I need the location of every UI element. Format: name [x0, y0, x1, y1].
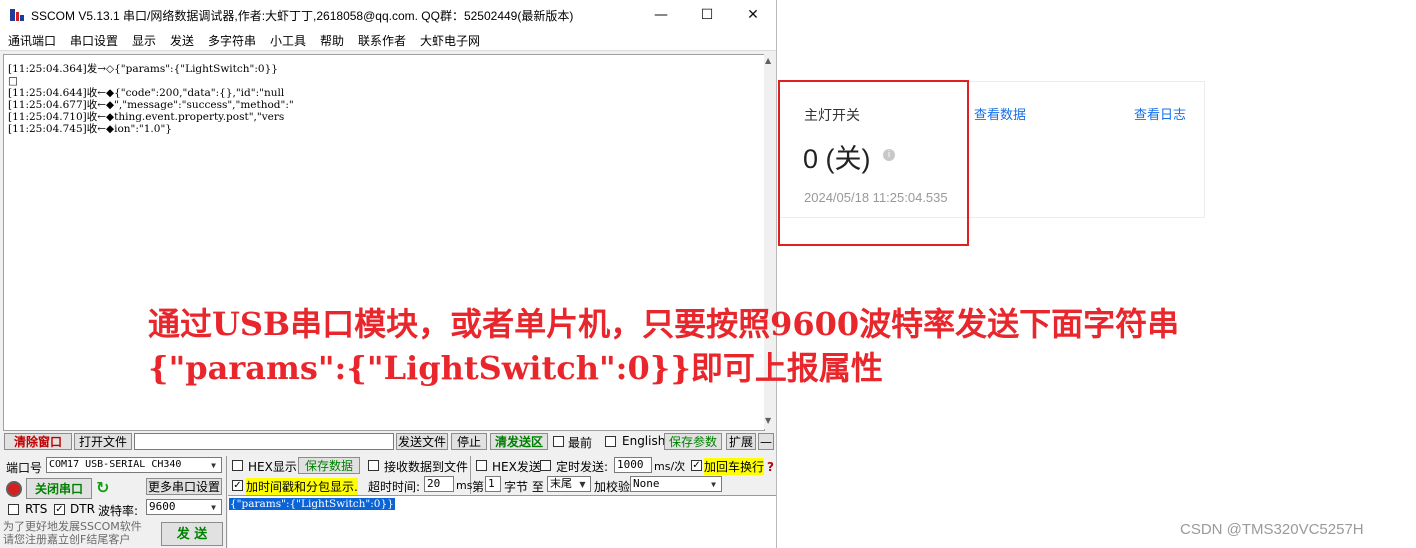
more-port-settings-button[interactable]: 更多串口设置 — [146, 478, 222, 495]
baud-value: 9600 — [149, 500, 176, 513]
panel-divider — [226, 456, 227, 548]
open-file-button[interactable]: 打开文件 — [74, 433, 132, 450]
promo-line: 为了更好地发展SSCOM软件 — [3, 520, 142, 533]
chevron-down-icon: ▼ — [207, 459, 220, 471]
chevron-down-icon: ▼ — [207, 501, 220, 513]
menu-item-display[interactable]: 显示 — [132, 32, 156, 49]
checksum-value: None — [633, 477, 660, 490]
annotation-line: 通过USB串口模块，或者单片机，只要按照9600波特率发送下面字符串 — [148, 305, 1180, 343]
timeout-input[interactable]: 20 — [424, 476, 454, 492]
baud-select[interactable]: 9600 ▼ — [146, 499, 222, 515]
help-icon[interactable]: ? — [767, 460, 774, 474]
chevron-down-icon: ▼ — [707, 478, 720, 490]
maximize-button[interactable]: ☐ — [684, 0, 730, 30]
english-checkbox[interactable] — [605, 436, 616, 447]
baud-label: 波特率: — [98, 504, 139, 518]
expand-button[interactable]: 扩展 — [726, 433, 756, 450]
clear-send-button[interactable]: 清发送区 — [490, 433, 548, 450]
log-line: [11:25:04.677]收←◆","message":"success","… — [8, 99, 294, 111]
hex-send-checkbox[interactable] — [476, 460, 487, 471]
menu-item-multi-string[interactable]: 多字符串 — [208, 32, 256, 49]
close-port-button[interactable]: 关闭串口 — [26, 478, 92, 499]
send-text: {"params":{"LightSwitch":0}} — [229, 498, 395, 510]
byte-prefix: 第 — [472, 480, 485, 494]
timestamp-checkbox[interactable]: ✓ — [232, 480, 243, 491]
refresh-icon[interactable]: ↻ — [96, 478, 109, 497]
timed-send-label: 定时发送: — [556, 460, 609, 474]
timeout-unit: ms — [456, 479, 473, 492]
port-status-icon — [6, 481, 22, 497]
menu-item-send[interactable]: 发送 — [170, 32, 194, 49]
add-crlf-checkbox[interactable]: ✓ — [691, 460, 702, 471]
byte-index-input[interactable]: 1 — [485, 476, 501, 492]
view-log-link[interactable]: 查看日志 — [1134, 104, 1186, 123]
port-select[interactable]: COM17 USB-SERIAL CH340 ▼ — [46, 457, 222, 473]
window-title: SSCOM V5.13.1 串口/网络数据调试器,作者:大虾丁丁,2618058… — [31, 9, 574, 23]
stop-button[interactable]: 停止 — [451, 433, 487, 450]
promo-line: 请您注册嘉立创F结尾客户 — [3, 533, 131, 546]
annotation-text: 通过USB串口模块，或者单片机，只要按照9600波特率发送下面字符串 {"par… — [148, 302, 1179, 390]
minimize-button[interactable]: — — [638, 0, 684, 30]
menu-item-comm-port[interactable]: 通讯端口 — [8, 32, 56, 49]
save-data-button[interactable]: 保存数据 — [298, 457, 360, 474]
checksum-select[interactable]: None ▼ — [630, 476, 722, 492]
checksum-label: 加校验 — [594, 480, 631, 494]
menu-item-contact[interactable]: 联系作者 — [358, 32, 406, 49]
hex-display-label: HEX显示 — [248, 460, 297, 474]
log-line: [11:25:04.644]收←◆{"code":200,"data":{},"… — [8, 87, 285, 99]
chevron-down-icon: ▼ — [576, 478, 589, 490]
english-label: English — [622, 434, 666, 448]
highlight-box — [778, 80, 969, 246]
log-line: [11:25:04.364]发→◇{"params":{"LightSwitch… — [8, 63, 278, 75]
topmost-checkbox[interactable] — [553, 436, 564, 447]
receive-log: [11:25:04.364]发→◇{"params":{"LightSwitch… — [8, 63, 408, 135]
timed-send-checkbox[interactable] — [540, 460, 551, 471]
menu-item-website[interactable]: 大虾电子网 — [420, 32, 480, 49]
save-params-button[interactable]: 保存参数 — [664, 433, 722, 450]
interval-input[interactable]: 1000 — [614, 457, 652, 473]
scroll-down-icon[interactable]: ▼ — [765, 416, 771, 425]
rts-label: RTS — [25, 502, 48, 516]
hex-display-checkbox[interactable] — [232, 460, 243, 471]
send-area[interactable]: {"params":{"LightSwitch":0}} — [228, 495, 776, 548]
port-value: COM17 USB-SERIAL CH340 — [49, 459, 182, 470]
dtr-label: DTR — [70, 502, 95, 516]
menu-bar: 通讯端口 串口设置 显示 发送 多字符串 小工具 帮助 联系作者 大虾电子网 — [0, 30, 776, 51]
view-data-link[interactable]: 查看数据 — [974, 104, 1026, 123]
port-label: 端口号 — [6, 461, 43, 475]
app-icon — [10, 9, 24, 21]
dtr-checkbox[interactable]: ✓ — [54, 504, 65, 515]
send-file-button[interactable]: 发送文件 — [396, 433, 448, 450]
recv-to-file-checkbox[interactable] — [368, 460, 379, 471]
menu-item-help[interactable]: 帮助 — [320, 32, 344, 49]
byte-unit-label: 字节 至 — [504, 480, 544, 494]
promo-text: 为了更好地发展SSCOM软件 请您注册嘉立创F结尾客户 — [3, 520, 142, 546]
sscom-window: SSCOM V5.13.1 串口/网络数据调试器,作者:大虾丁丁,2618058… — [0, 0, 777, 548]
clear-window-button[interactable]: 清除窗口 — [4, 433, 72, 450]
add-crlf-label: 加回车换行 — [704, 458, 765, 475]
menu-item-tools[interactable]: 小工具 — [270, 32, 306, 49]
interval-unit: ms/次 — [654, 460, 686, 473]
file-path-input[interactable] — [134, 433, 394, 450]
timestamp-label: 加时间戳和分包显示. — [246, 478, 358, 495]
rts-checkbox[interactable] — [8, 504, 19, 515]
watermark: CSDN @TMS320VC5257H — [1180, 521, 1364, 538]
byte-end-value: 末尾 — [550, 477, 572, 490]
recv-to-file-label: 接收数据到文件 — [384, 460, 469, 474]
log-line: □ — [8, 75, 18, 87]
log-line: [11:25:04.710]收←◆thing.event.property.po… — [8, 111, 285, 123]
collapse-button[interactable]: — — [758, 433, 774, 450]
title-bar[interactable]: SSCOM V5.13.1 串口/网络数据调试器,作者:大虾丁丁,2618058… — [0, 0, 776, 30]
log-line: [11:25:04.745]收←◆ion":"1.0"} — [8, 123, 172, 135]
menu-item-serial-settings[interactable]: 串口设置 — [70, 32, 118, 49]
topmost-label: 最前 — [568, 436, 593, 450]
scroll-up-icon[interactable]: ▲ — [765, 56, 771, 65]
hex-send-label: HEX发送 — [492, 460, 541, 474]
close-button[interactable]: ✕ — [730, 0, 776, 30]
send-button[interactable]: 发 送 — [161, 522, 223, 546]
annotation-line: {"params":{"LightSwitch":0}}即可上报属性 — [148, 349, 883, 387]
byte-end-select[interactable]: 末尾 ▼ — [547, 476, 591, 492]
timeout-label: 超时时间: — [368, 480, 421, 494]
